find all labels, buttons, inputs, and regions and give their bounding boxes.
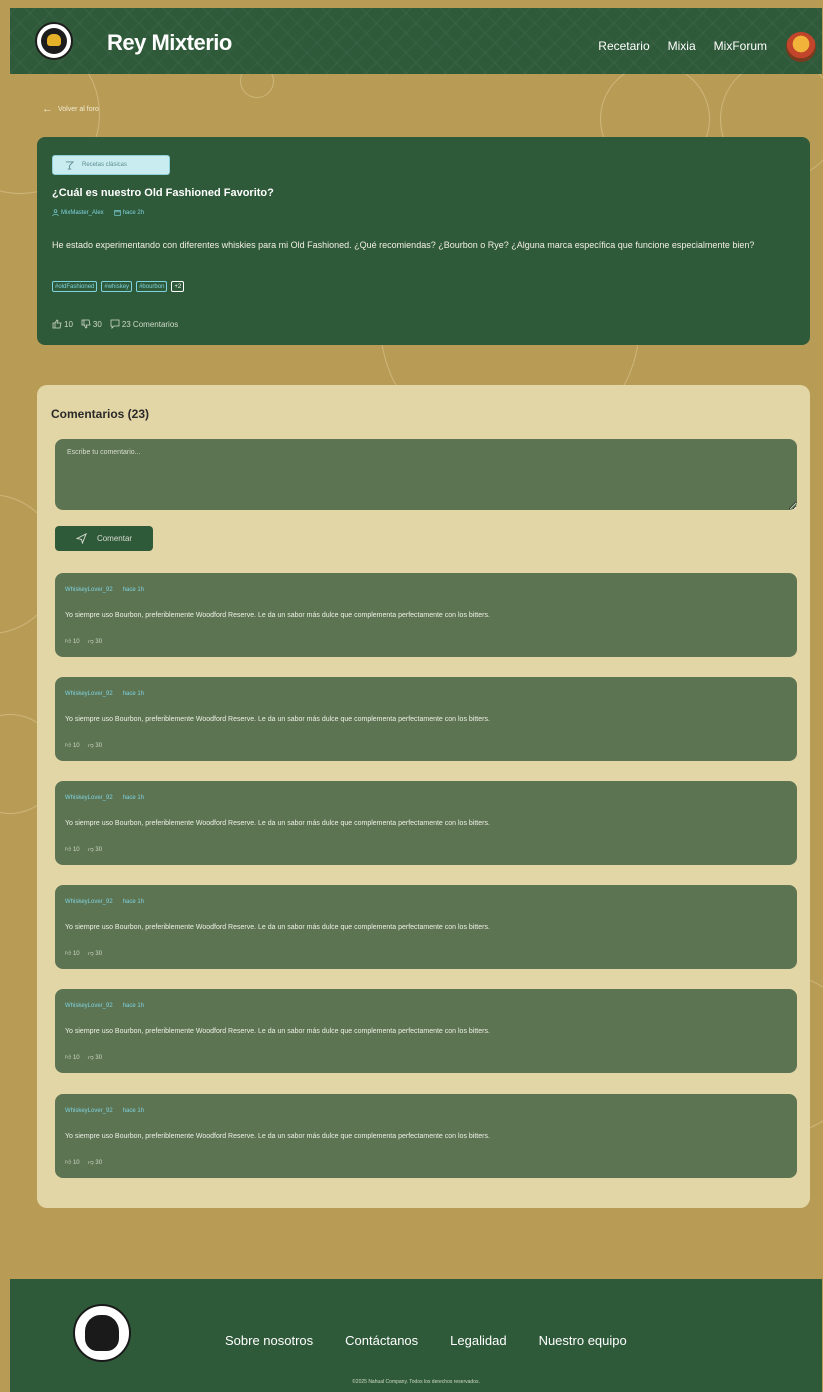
- comment-dislike-button[interactable]: 👎︎ 30: [88, 637, 102, 645]
- site-footer: Sobre nosotros Contáctanos Legalidad Nue…: [10, 1279, 822, 1392]
- comment-like-button[interactable]: 👍︎ 10: [65, 1053, 80, 1061]
- send-icon: [75, 533, 87, 544]
- comment-dislike-count: 30: [95, 847, 103, 853]
- comments-panel: Comentarios (23) Comentar WhiskeyLover_9…: [37, 385, 810, 1208]
- category-badge[interactable]: Recetas clásicas: [52, 155, 170, 175]
- comment-time: hace 1h: [122, 795, 145, 801]
- comment-card: WhiskeyLover_92 hace 1h Yo siempre uso Bo…: [55, 573, 797, 657]
- footer-link-legal[interactable]: Legalidad: [450, 1333, 506, 1348]
- comment-dislike-count: 30: [95, 1055, 103, 1061]
- comment-input[interactable]: [55, 439, 797, 510]
- comment-dislike-count: 30: [95, 743, 103, 749]
- cocktail-icon: [65, 160, 74, 170]
- user-avatar[interactable]: [786, 32, 816, 62]
- comment-like-count: 10: [72, 1055, 80, 1061]
- comment-time: hace 1h: [122, 1108, 145, 1114]
- company-logo[interactable]: [73, 1304, 131, 1362]
- comment-dislike-button[interactable]: 👎︎ 30: [88, 845, 102, 853]
- footer-link-contact[interactable]: Contáctanos: [345, 1333, 418, 1348]
- comments-count-label: 23 Comentarios: [121, 319, 179, 329]
- like-button[interactable]: 10: [52, 319, 73, 329]
- more-tags-chip[interactable]: +2: [171, 281, 185, 292]
- tag-chip[interactable]: #bourbon: [136, 281, 168, 292]
- comment-author[interactable]: WhiskeyLover_92: [65, 1108, 113, 1114]
- comment-like-count: 10: [72, 847, 80, 853]
- comment-dislike-count: 30: [95, 639, 103, 645]
- brand-name[interactable]: Rey Mixterio: [107, 30, 232, 56]
- comment-author[interactable]: WhiskeyLover_92: [65, 691, 113, 697]
- nav-item-recetario[interactable]: Recetario: [598, 39, 649, 53]
- comment-author[interactable]: WhiskeyLover_92: [65, 1003, 113, 1009]
- comment-text: Yo siempre uso Bourbon, preferiblemente …: [65, 820, 490, 827]
- comment-time: hace 1h: [122, 1003, 145, 1009]
- comment-like-count: 10: [72, 743, 80, 749]
- forum-post: Recetas clásicas ¿Cuál es nuestro Old Fa…: [37, 137, 810, 345]
- comment-time: hace 1h: [122, 899, 145, 905]
- tag-chip[interactable]: #oldFashioned: [52, 281, 98, 292]
- submit-comment-label: Comentar: [96, 534, 133, 543]
- footer-nav: Sobre nosotros Contáctanos Legalidad Nue…: [225, 1333, 627, 1348]
- post-author[interactable]: MixMaster_Alex: [61, 210, 104, 216]
- tag-chip[interactable]: #whiskey: [101, 281, 133, 292]
- top-navbar: Rey Mixterio Recetario Mixia MixForum: [10, 8, 822, 74]
- back-to-forum-link[interactable]: ← Volver al foro: [42, 104, 99, 115]
- post-title: ¿Cuál es nuestro Old Fashioned Favorito?: [52, 187, 274, 199]
- comment-time: hace 1h: [122, 691, 145, 697]
- calendar-icon: [114, 210, 121, 216]
- nav-item-mixforum[interactable]: MixForum: [714, 39, 767, 53]
- main-nav: Recetario Mixia MixForum: [598, 39, 767, 53]
- comment-author[interactable]: WhiskeyLover_92: [65, 587, 113, 593]
- comment-like-count: 10: [72, 639, 80, 645]
- comment-card: WhiskeyLover_92 hace 1h Yo siempre uso Bo…: [55, 781, 797, 865]
- comment-like-button[interactable]: 👍︎ 10: [65, 949, 80, 957]
- back-link-label: Volver al foro: [58, 106, 99, 113]
- comment-dislike-count: 30: [95, 951, 103, 957]
- post-stats: 10 30 23 Comentarios: [52, 319, 178, 329]
- comment-author[interactable]: WhiskeyLover_92: [65, 899, 113, 905]
- comment-card: WhiskeyLover_92 hace 1h Yo siempre uso Bo…: [55, 1094, 797, 1178]
- comment-like-button[interactable]: 👍︎ 10: [65, 1158, 80, 1166]
- comments-title: Comentarios (23): [51, 407, 150, 421]
- post-meta: MixMaster_Alex hace 2h: [52, 209, 144, 216]
- dislike-count: 30: [92, 319, 102, 329]
- comment-text: Yo siempre uso Bourbon, preferiblemente …: [65, 1028, 490, 1035]
- nav-item-mixia[interactable]: Mixia: [668, 39, 696, 53]
- thumbs-down-icon: [81, 319, 91, 329]
- dislike-button[interactable]: 30: [81, 319, 102, 329]
- comment-like-count: 10: [72, 951, 80, 957]
- post-time: hace 2h: [122, 209, 145, 216]
- category-label: Recetas clásicas: [82, 162, 128, 168]
- comment-text: Yo siempre uso Bourbon, preferiblemente …: [65, 924, 490, 931]
- footer-link-about[interactable]: Sobre nosotros: [225, 1333, 313, 1348]
- chat-icon: [110, 319, 120, 329]
- back-arrow-icon: ←: [42, 103, 53, 115]
- post-tags: #oldFashioned #whiskey #bourbon +2: [52, 281, 185, 292]
- comment-card: WhiskeyLover_92 hace 1h Yo siempre uso Bo…: [55, 885, 797, 969]
- comment-author[interactable]: WhiskeyLover_92: [65, 795, 113, 801]
- thumbs-up-icon: [52, 319, 62, 329]
- brand-logo[interactable]: [35, 22, 73, 60]
- comment-dislike-button[interactable]: 👎︎ 30: [88, 741, 102, 749]
- comments-count[interactable]: 23 Comentarios: [110, 319, 178, 329]
- comment-dislike-button[interactable]: 👎︎ 30: [88, 1053, 102, 1061]
- comment-like-button[interactable]: 👍︎ 10: [65, 845, 80, 853]
- comment-text: Yo siempre uso Bourbon, preferiblemente …: [65, 612, 490, 619]
- comment-like-button[interactable]: 👍︎ 10: [65, 741, 80, 749]
- comment-dislike-button[interactable]: 👎︎ 30: [88, 949, 102, 957]
- comment-like-count: 10: [72, 1160, 80, 1166]
- user-icon: [52, 209, 59, 216]
- comment-like-button[interactable]: 👍︎ 10: [65, 637, 80, 645]
- footer-link-team[interactable]: Nuestro equipo: [539, 1333, 627, 1348]
- comment-text: Yo siempre uso Bourbon, preferiblemente …: [65, 1133, 490, 1140]
- comment-time: hace 1h: [122, 587, 145, 593]
- post-body: He estado experimentando con diferentes …: [52, 240, 755, 250]
- copyright-text: ©2025 Nahual Company. Todos los derechos…: [352, 1379, 480, 1385]
- comment-text: Yo siempre uso Bourbon, preferiblemente …: [65, 716, 490, 723]
- comment-card: WhiskeyLover_92 hace 1h Yo siempre uso Bo…: [55, 989, 797, 1073]
- comment-dislike-count: 30: [95, 1160, 103, 1166]
- like-count: 10: [64, 319, 73, 329]
- submit-comment-button[interactable]: Comentar: [55, 526, 153, 551]
- comment-dislike-button[interactable]: 👎︎ 30: [88, 1158, 102, 1166]
- comment-card: WhiskeyLover_92 hace 1h Yo siempre uso Bo…: [55, 677, 797, 761]
